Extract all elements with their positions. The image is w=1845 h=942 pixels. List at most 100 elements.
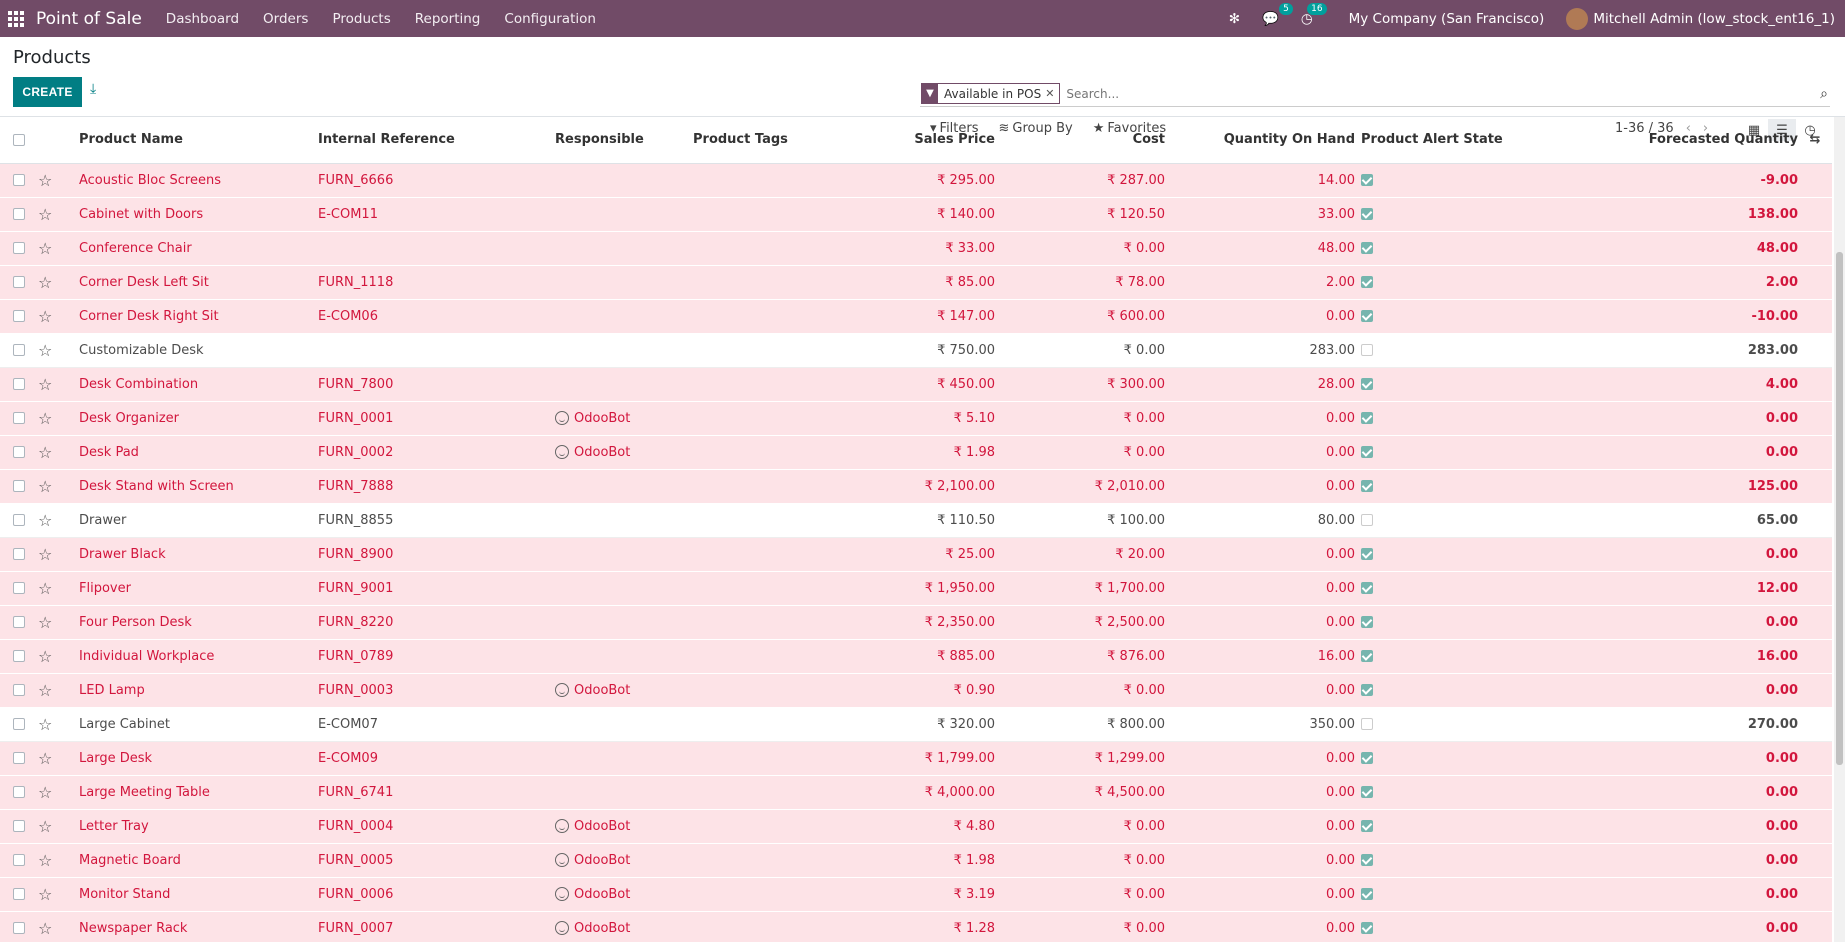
row-checkbox[interactable] bbox=[13, 514, 25, 526]
row-checkbox[interactable] bbox=[13, 650, 25, 662]
favorite-star-icon[interactable]: ☆ bbox=[38, 171, 52, 190]
product-name[interactable]: LED Lamp bbox=[79, 673, 318, 708]
col-product-name[interactable]: Product Name bbox=[79, 117, 318, 164]
table-row[interactable]: ☆ Corner Desk Right Sit E-COM06 ₹ 147.00 ₹ 6… bbox=[0, 299, 1832, 334]
favorite-star-icon[interactable]: ☆ bbox=[38, 341, 52, 360]
favorite-star-icon[interactable]: ☆ bbox=[38, 851, 52, 870]
favorite-star-icon[interactable]: ☆ bbox=[38, 885, 52, 904]
table-row[interactable]: ☆ Large Cabinet E-COM07 ₹ 320.00 ₹ 800.00 350… bbox=[0, 707, 1832, 742]
favorite-star-icon[interactable]: ☆ bbox=[38, 783, 52, 802]
table-row[interactable]: ☆ Drawer Black FURN_8900 ₹ 25.00 ₹ 20.00 0.00… bbox=[0, 537, 1832, 572]
row-checkbox[interactable] bbox=[13, 208, 25, 220]
search-input[interactable] bbox=[1066, 86, 1821, 101]
favorite-star-icon[interactable]: ☆ bbox=[38, 409, 52, 428]
product-name[interactable]: Desk Stand with Screen bbox=[79, 469, 318, 504]
favorite-star-icon[interactable]: ☆ bbox=[38, 579, 52, 598]
menu-products[interactable]: Products bbox=[332, 11, 390, 27]
row-checkbox[interactable] bbox=[13, 242, 25, 254]
download-icon[interactable]: ⤓ bbox=[90, 81, 104, 97]
menu-reporting[interactable]: Reporting bbox=[415, 11, 481, 27]
col-responsible[interactable]: Responsible bbox=[555, 117, 693, 164]
col-sales-price[interactable]: Sales Price bbox=[843, 117, 995, 164]
table-row[interactable]: ☆ Four Person Desk FURN_8220 ₹ 2,350.00 ₹ 2,… bbox=[0, 605, 1832, 640]
col-quantity-on-hand[interactable]: Quantity On Hand bbox=[1165, 117, 1355, 164]
apps-menu-icon[interactable] bbox=[8, 10, 24, 27]
favorite-star-icon[interactable]: ☆ bbox=[38, 647, 52, 666]
col-product-alert-state[interactable]: Product Alert State bbox=[1355, 117, 1580, 164]
col-cost[interactable]: Cost bbox=[995, 117, 1165, 164]
search-icon[interactable]: ⌕ bbox=[1820, 86, 1828, 102]
scrollbar-thumb[interactable] bbox=[1836, 252, 1843, 765]
col-product-tags[interactable]: Product Tags bbox=[693, 117, 843, 164]
row-checkbox[interactable] bbox=[13, 378, 25, 390]
favorite-star-icon[interactable]: ☆ bbox=[38, 919, 52, 938]
favorite-star-icon[interactable]: ☆ bbox=[38, 749, 52, 768]
menu-orders[interactable]: Orders bbox=[263, 11, 308, 27]
favorite-star-icon[interactable]: ☆ bbox=[38, 443, 52, 462]
debug-bug-icon[interactable]: ✻ bbox=[1229, 11, 1240, 27]
product-name[interactable]: Individual Workplace bbox=[79, 639, 318, 674]
company-switcher[interactable]: My Company (San Francisco) bbox=[1349, 11, 1545, 27]
table-row[interactable]: ☆ Acoustic Bloc Screens FURN_6666 ₹ 295.00 ₹… bbox=[0, 163, 1832, 198]
row-checkbox[interactable] bbox=[13, 684, 25, 696]
product-name[interactable]: Customizable Desk bbox=[79, 333, 318, 368]
product-name[interactable]: Large Desk bbox=[79, 741, 318, 776]
favorite-star-icon[interactable]: ☆ bbox=[38, 511, 52, 530]
table-row[interactable]: ☆ Corner Desk Left Sit FURN_1118 ₹ 85.00 ₹ 7… bbox=[0, 265, 1832, 300]
optional-columns-icon[interactable]: ⇆ bbox=[1810, 132, 1821, 147]
remove-facet-icon[interactable]: ✕ bbox=[1045, 87, 1059, 100]
row-checkbox[interactable] bbox=[13, 344, 25, 356]
table-row[interactable]: ☆ LED Lamp FURN_0003 OdooBot ₹ 0.90 ₹ 0.00 0.0… bbox=[0, 673, 1832, 708]
favorite-star-icon[interactable]: ☆ bbox=[38, 239, 52, 258]
favorite-star-icon[interactable]: ☆ bbox=[38, 477, 52, 496]
table-row[interactable]: ☆ Individual Workplace FURN_0789 ₹ 885.00 ₹ … bbox=[0, 639, 1832, 674]
product-name[interactable]: Large Cabinet bbox=[79, 707, 318, 742]
col-forecasted-quantity[interactable]: Forecasted Quantity bbox=[1580, 117, 1798, 164]
menu-configuration[interactable]: Configuration bbox=[504, 11, 596, 27]
product-name[interactable]: Magnetic Board bbox=[79, 843, 318, 878]
table-row[interactable]: ☆ Drawer FURN_8855 ₹ 110.50 ₹ 100.00 80.00 65.… bbox=[0, 503, 1832, 538]
product-name[interactable]: Flipover bbox=[79, 571, 318, 606]
favorite-star-icon[interactable]: ☆ bbox=[38, 681, 52, 700]
row-checkbox[interactable] bbox=[13, 718, 25, 730]
favorite-star-icon[interactable]: ☆ bbox=[38, 273, 52, 292]
favorite-star-icon[interactable]: ☆ bbox=[38, 715, 52, 734]
product-name[interactable]: Newspaper Rack bbox=[79, 911, 318, 942]
row-checkbox[interactable] bbox=[13, 446, 25, 458]
favorite-star-icon[interactable]: ☆ bbox=[38, 307, 52, 326]
table-row[interactable]: ☆ Letter Tray FURN_0004 OdooBot ₹ 4.80 ₹ 0.00… bbox=[0, 809, 1832, 844]
product-name[interactable]: Large Meeting Table bbox=[79, 775, 318, 810]
row-checkbox[interactable] bbox=[13, 752, 25, 764]
row-checkbox[interactable] bbox=[13, 310, 25, 322]
app-title[interactable]: Point of Sale bbox=[36, 9, 142, 29]
table-row[interactable]: ☆ Conference Chair ₹ 33.00 ₹ 0.00 48.00 48.00 bbox=[0, 231, 1832, 266]
product-name[interactable]: Corner Desk Left Sit bbox=[79, 265, 318, 300]
table-row[interactable]: ☆ Desk Pad FURN_0002 OdooBot ₹ 1.98 ₹ 0.00 0.0… bbox=[0, 435, 1832, 470]
table-row[interactable]: ☆ Flipover FURN_9001 ₹ 1,950.00 ₹ 1,700.00 0.… bbox=[0, 571, 1832, 606]
user-menu[interactable]: Mitchell Admin (low_stock_ent16_1) bbox=[1566, 7, 1835, 30]
select-all-checkbox[interactable] bbox=[13, 133, 25, 146]
product-name[interactable]: Corner Desk Right Sit bbox=[79, 299, 318, 334]
table-row[interactable]: ☆ Large Desk E-COM09 ₹ 1,799.00 ₹ 1,299.00 0.… bbox=[0, 741, 1832, 776]
row-checkbox[interactable] bbox=[13, 412, 25, 424]
product-name[interactable]: Desk Combination bbox=[79, 367, 318, 402]
col-internal-reference[interactable]: Internal Reference bbox=[318, 117, 555, 164]
vertical-scrollbar[interactable] bbox=[1834, 117, 1845, 942]
product-name[interactable]: Letter Tray bbox=[79, 809, 318, 844]
menu-dashboard[interactable]: Dashboard bbox=[166, 11, 239, 27]
product-name[interactable]: Desk Pad bbox=[79, 435, 318, 470]
table-row[interactable]: ☆ Desk Stand with Screen FURN_7888 ₹ 2,100.… bbox=[0, 469, 1832, 504]
table-row[interactable]: ☆ Magnetic Board FURN_0005 OdooBot ₹ 1.98 ₹ 0… bbox=[0, 843, 1832, 878]
favorite-star-icon[interactable]: ☆ bbox=[38, 205, 52, 224]
table-row[interactable]: ☆ Cabinet with Doors E-COM11 ₹ 140.00 ₹ 120.… bbox=[0, 197, 1832, 232]
product-name[interactable]: Cabinet with Doors bbox=[79, 197, 318, 232]
row-checkbox[interactable] bbox=[13, 888, 25, 900]
favorite-star-icon[interactable]: ☆ bbox=[38, 375, 52, 394]
activities-clock-icon[interactable]: ◷ 16 bbox=[1301, 2, 1327, 27]
row-checkbox[interactable] bbox=[13, 922, 25, 934]
product-name[interactable]: Conference Chair bbox=[79, 231, 318, 266]
row-checkbox[interactable] bbox=[13, 616, 25, 628]
create-button[interactable]: CREATE bbox=[13, 77, 82, 107]
product-name[interactable]: Four Person Desk bbox=[79, 605, 318, 640]
table-row[interactable]: ☆ Desk Organizer FURN_0001 OdooBot ₹ 5.10 ₹ 0… bbox=[0, 401, 1832, 436]
